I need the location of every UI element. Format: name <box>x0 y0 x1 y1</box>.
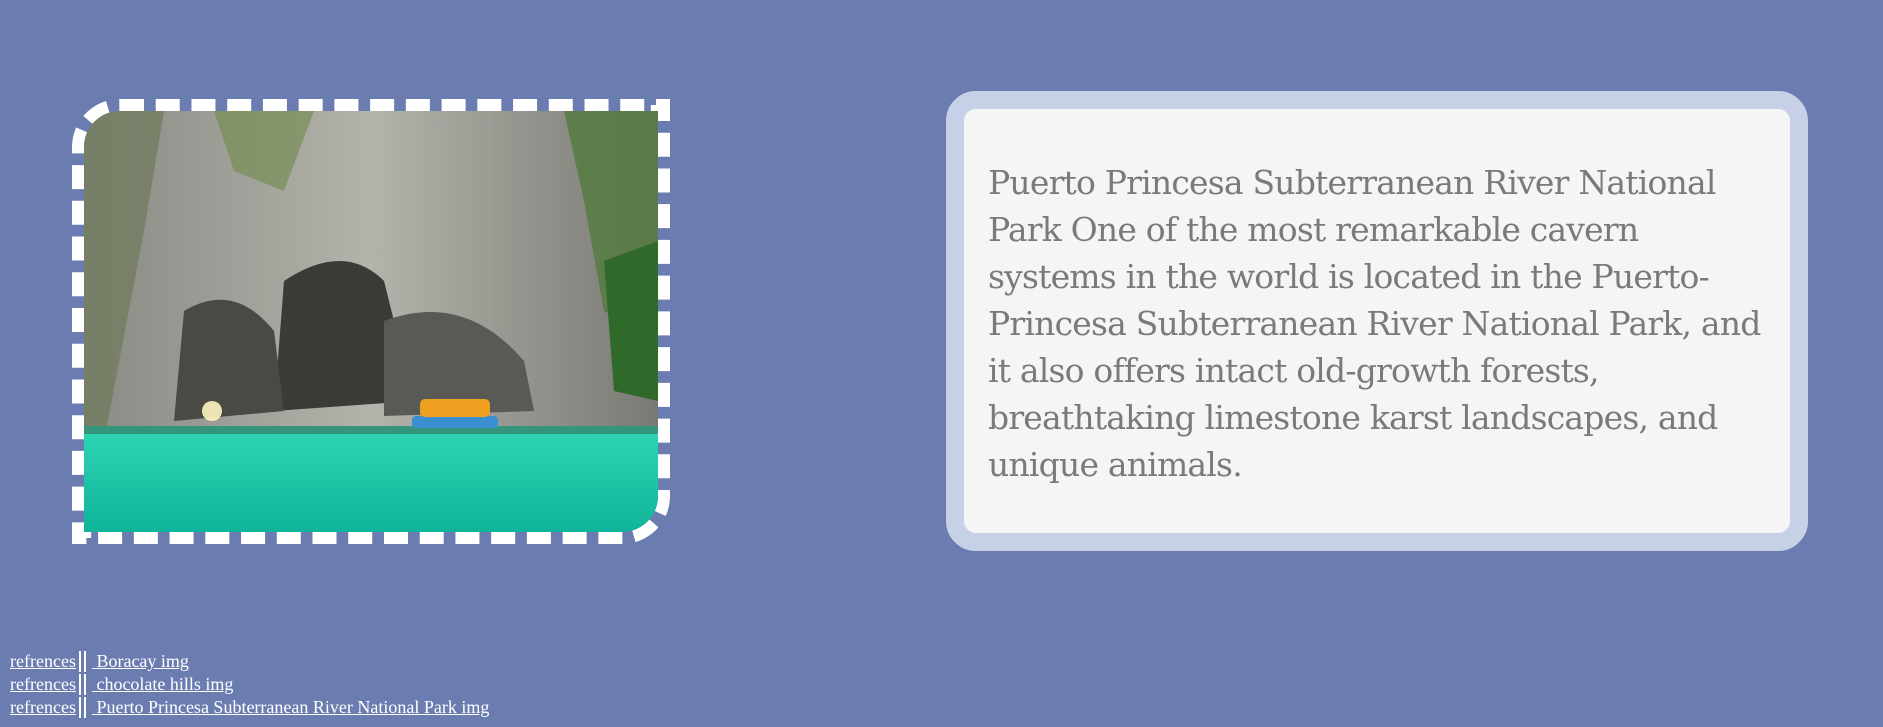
puerto-princesa-img-link[interactable]: Puerto Princesa Subterranean River Natio… <box>92 696 489 719</box>
separator <box>78 697 86 718</box>
reference-row: refrences chocolate hills img <box>10 673 489 696</box>
references-link[interactable]: refrences <box>10 696 76 719</box>
park-description-card: Puerto Princesa Subterranean River Natio… <box>946 91 1808 551</box>
cave-river-image <box>84 111 658 532</box>
park-description-text: Puerto Princesa Subterranean River Natio… <box>988 163 1761 484</box>
park-photo <box>72 99 670 544</box>
references-link[interactable]: refrences <box>10 650 76 673</box>
separator <box>78 651 86 672</box>
references-list: refrences Boracay img refrences chocolat… <box>10 650 489 719</box>
separator <box>78 674 86 695</box>
references-link[interactable]: refrences <box>10 673 76 696</box>
reference-row: refrences Puerto Princesa Subterranean R… <box>10 696 489 719</box>
reference-row: refrences Boracay img <box>10 650 489 673</box>
chocolate-hills-img-link[interactable]: chocolate hills img <box>92 673 233 696</box>
boracay-img-link[interactable]: Boracay img <box>92 650 188 673</box>
